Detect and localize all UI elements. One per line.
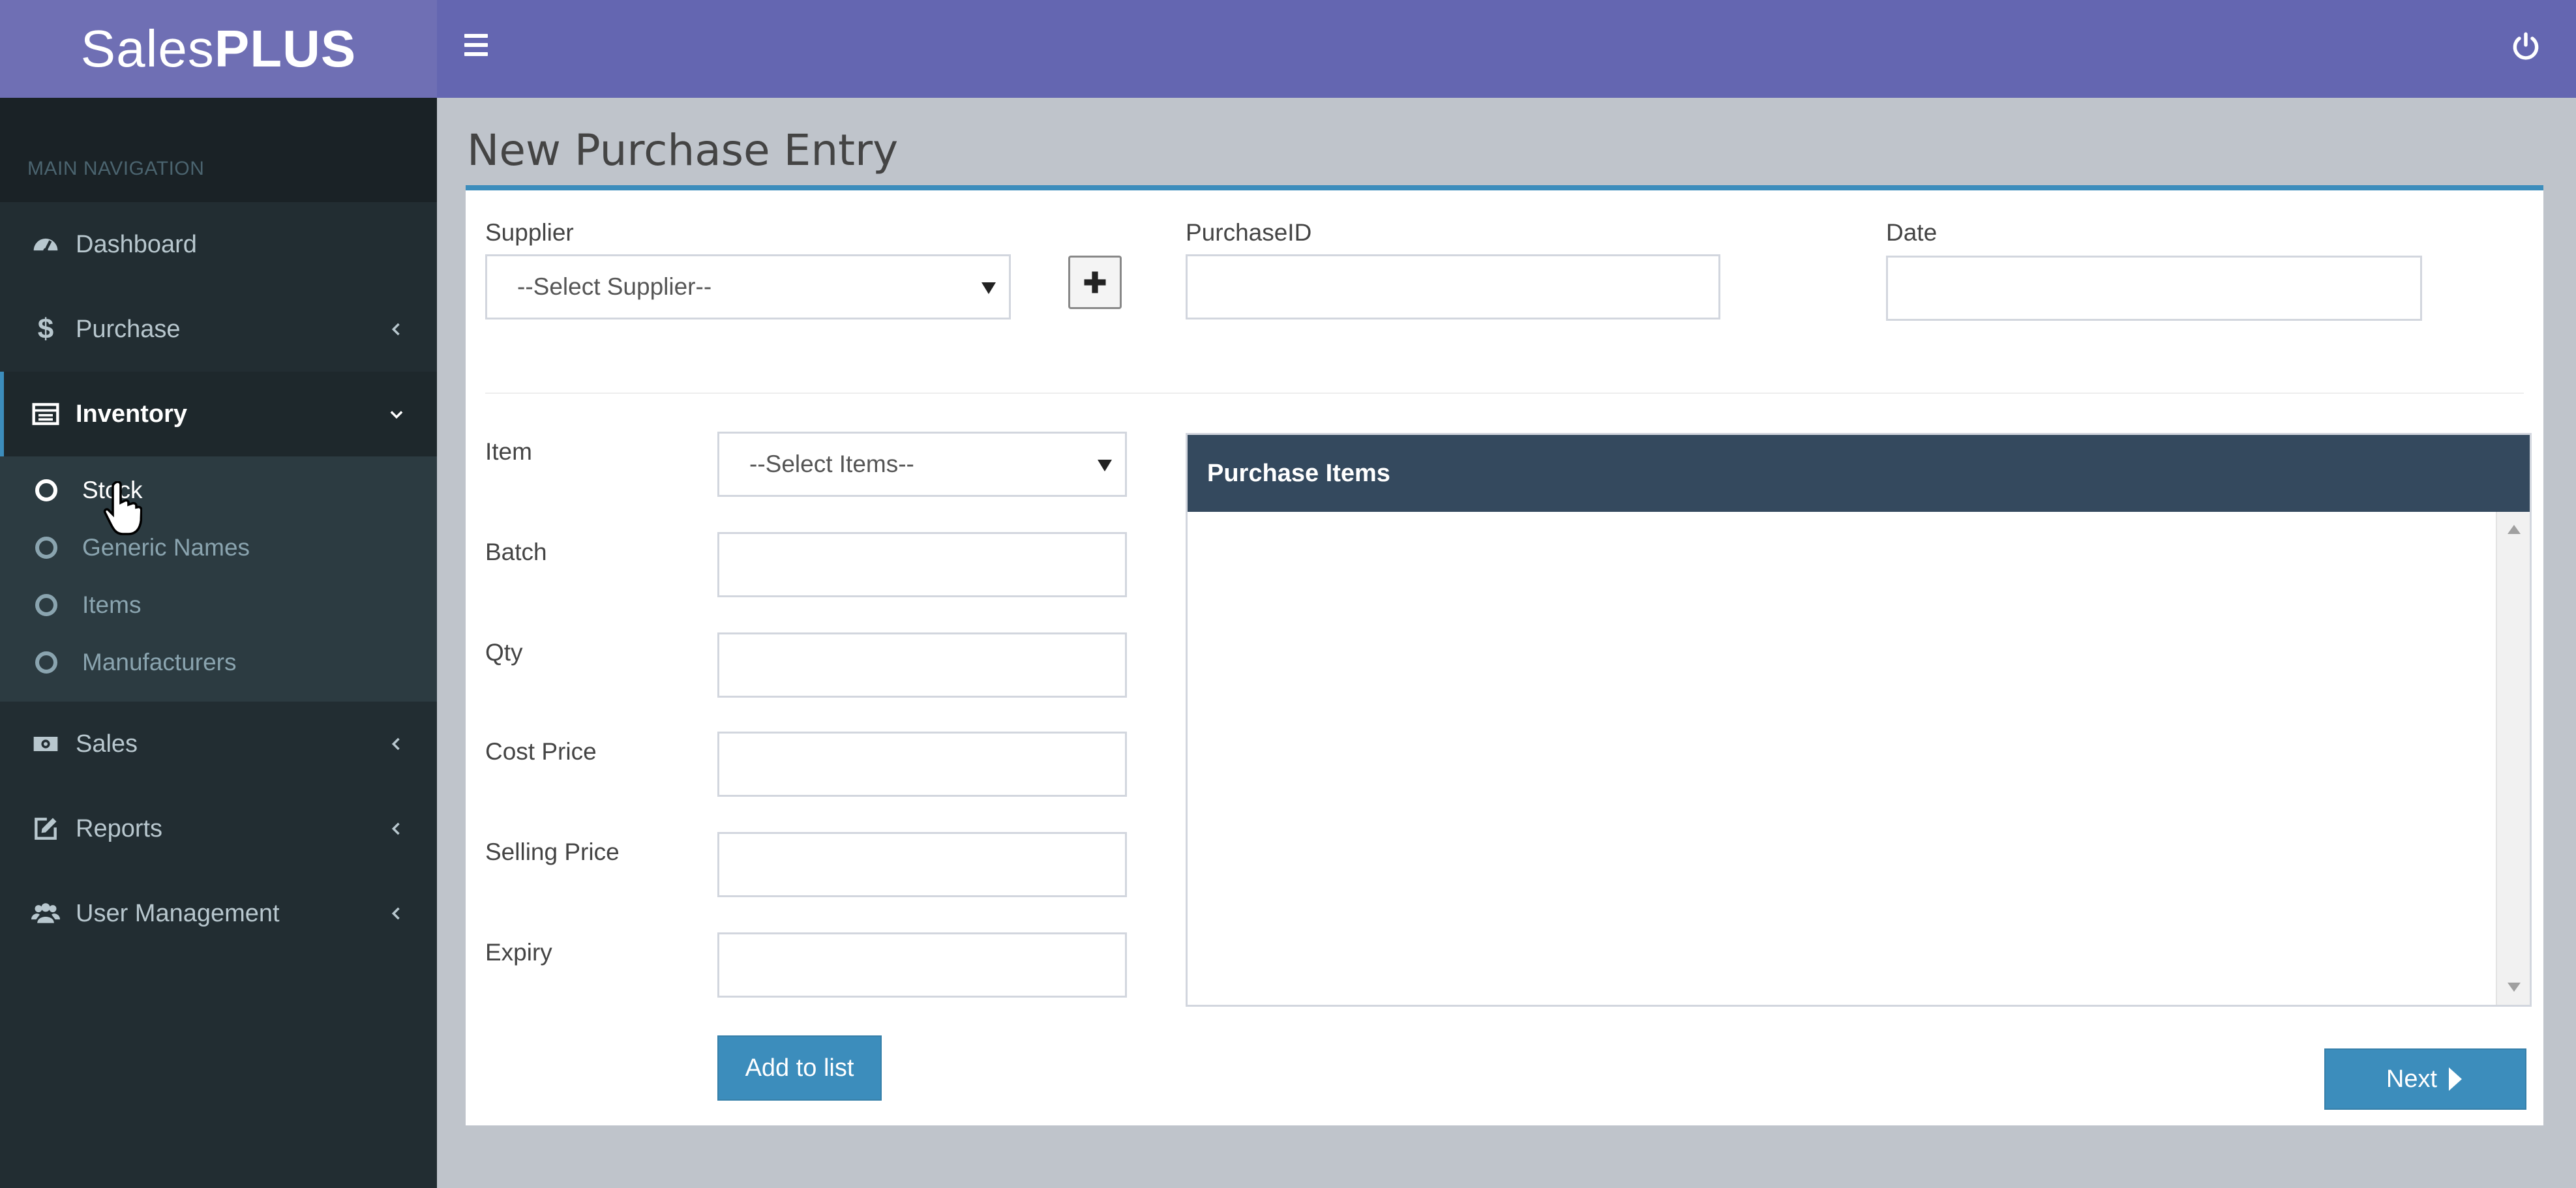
add-to-list-button[interactable]: Add to list (717, 1035, 882, 1101)
logo-bold: PLUS (214, 20, 357, 78)
item-select-value: --Select Items-- (749, 451, 914, 477)
cost-price-input[interactable] (717, 732, 1127, 797)
chevron-left-icon (391, 323, 400, 336)
submenu-item-manufacturers[interactable]: Manufacturers (0, 634, 437, 691)
users-icon (30, 898, 61, 929)
supplier-select-value: --Select Supplier-- (517, 273, 712, 300)
circle-icon (35, 537, 57, 559)
sidebar-item-dashboard[interactable]: Dashboard (0, 202, 437, 287)
item-select[interactable]: --Select Items-- (717, 432, 1127, 497)
qty-label: Qty (485, 639, 523, 666)
cost-price-label: Cost Price (485, 738, 597, 765)
edit-icon (30, 813, 61, 844)
scrollbar[interactable] (2496, 512, 2530, 1005)
chevron-left-icon (391, 822, 400, 835)
submenu-item-label: Manufacturers (82, 649, 237, 676)
submenu-item-items[interactable]: Items (0, 576, 437, 634)
sidebar-item-label: Sales (76, 730, 138, 758)
expiry-input[interactable] (717, 932, 1127, 998)
add-supplier-button[interactable] (1068, 256, 1122, 309)
purchase-items-title: Purchase Items (1188, 435, 2530, 512)
dropdown-caret-icon (1098, 460, 1112, 471)
submenu-item-stock[interactable]: Stock (0, 462, 437, 519)
circle-icon (35, 651, 57, 674)
sidebar-toggle-icon[interactable] (464, 34, 490, 60)
dashboard-icon (30, 229, 61, 260)
logo-regular: Sales (80, 20, 215, 78)
purchase-entry-form: Supplier --Select Supplier-- PurchaseID … (466, 185, 2543, 1125)
selling-price-label: Selling Price (485, 839, 620, 865)
purchase-id-label: PurchaseID (1186, 219, 1312, 246)
sidebar-item-label: User Management (76, 899, 280, 927)
submenu-item-label: Generic Names (82, 534, 250, 561)
scroll-up-icon[interactable] (2508, 525, 2521, 534)
submenu-item-label: Items (82, 591, 142, 618)
purchase-id-input[interactable] (1186, 254, 1720, 319)
selling-price-input[interactable] (717, 832, 1127, 897)
scroll-down-icon[interactable] (2508, 983, 2521, 992)
purchase-items-panel: Purchase Items (1186, 433, 2532, 1007)
page-title: New Purchase Entry (467, 125, 899, 175)
circle-icon (35, 594, 57, 616)
supplier-label: Supplier (485, 219, 574, 246)
circle-icon (35, 479, 57, 501)
sidebar-item-sales[interactable]: Sales (0, 702, 437, 786)
chevron-down-icon (390, 411, 403, 419)
batch-input[interactable] (717, 532, 1127, 597)
nav-header: MAIN NAVIGATION (0, 98, 437, 202)
money-icon (30, 728, 61, 760)
purchase-items-list[interactable] (1188, 512, 2530, 1005)
item-label: Item (485, 438, 532, 465)
power-icon[interactable] (2509, 30, 2542, 63)
sidebar-item-label: Purchase (76, 315, 181, 343)
sidebar: MAIN NAVIGATION Dashboard $ Purchase Inv… (0, 98, 437, 1188)
top-navbar (437, 0, 2576, 98)
sidebar-item-purchase[interactable]: $ Purchase (0, 287, 437, 372)
hand-cursor-icon (103, 481, 142, 535)
inventory-icon (30, 398, 61, 430)
date-input[interactable] (1886, 256, 2422, 321)
batch-label: Batch (485, 539, 547, 565)
sidebar-item-user-management[interactable]: User Management (0, 871, 437, 956)
divider (485, 393, 2524, 394)
logo-bar: SalesPLUS (0, 0, 437, 98)
next-button[interactable]: Next (2324, 1048, 2526, 1110)
sidebar-item-label: Dashboard (76, 230, 197, 258)
dollar-icon: $ (37, 313, 54, 345)
dropdown-caret-icon (981, 282, 996, 294)
next-button-label: Next (2386, 1065, 2438, 1093)
inventory-submenu: Stock Generic Names Items Manufacturers (0, 456, 437, 702)
expiry-label: Expiry (485, 939, 552, 966)
date-label: Date (1886, 219, 1938, 246)
sidebar-item-reports[interactable]: Reports (0, 786, 437, 871)
sidebar-item-label: Reports (76, 814, 163, 842)
chevron-left-icon (391, 907, 400, 920)
sidebar-item-inventory[interactable]: Inventory (0, 372, 437, 456)
supplier-select[interactable]: --Select Supplier-- (485, 254, 1011, 319)
plus-icon (1084, 271, 1106, 293)
submenu-item-generic-names[interactable]: Generic Names (0, 519, 437, 576)
chevron-left-icon (391, 737, 400, 750)
app-logo[interactable]: SalesPLUS (81, 19, 356, 79)
qty-input[interactable] (717, 632, 1127, 698)
caret-right-icon (2449, 1067, 2463, 1091)
sidebar-item-label: Inventory (76, 400, 188, 428)
